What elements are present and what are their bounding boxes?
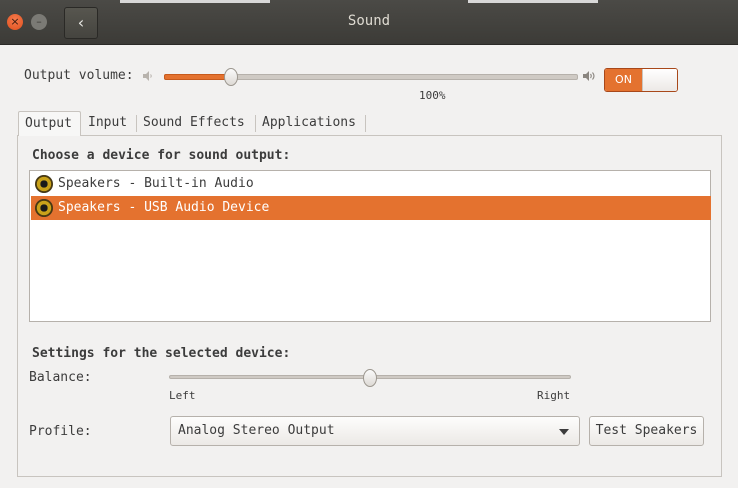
tab-input[interactable]: Input [82, 111, 133, 135]
balance-label: Balance: [29, 370, 92, 385]
profile-dropdown[interactable]: Analog Stereo Output [170, 416, 580, 446]
tab-applications[interactable]: Applications [256, 111, 362, 135]
device-item-built-in-audio[interactable]: Speakers - Built-in Audio [31, 172, 711, 196]
switch-on-label: ON [605, 69, 642, 91]
output-device-list[interactable]: Speakers - Built-in Audio Speakers - USB… [29, 170, 711, 322]
profile-selected-value: Analog Stereo Output [178, 423, 335, 438]
top-edge-clip [120, 0, 270, 3]
output-volume-label: Output volume: [24, 68, 134, 83]
device-label: Speakers - Built-in Audio [58, 176, 254, 191]
speaker-device-icon [35, 175, 53, 193]
tab-output[interactable]: Output [18, 111, 81, 136]
device-settings-heading: Settings for the selected device: [32, 346, 291, 361]
chevron-down-icon [559, 429, 569, 435]
output-device-heading: Choose a device for sound output: [32, 148, 291, 163]
title-bar: × – ‹ Sound [0, 0, 738, 45]
volume-slider-fill [164, 74, 232, 80]
balance-slider-handle[interactable] [363, 369, 377, 387]
speaker-quiet-icon [143, 71, 152, 81]
volume-slider-handle[interactable] [224, 68, 238, 86]
volume-percentage: 100% [419, 89, 446, 102]
tab-separator [365, 115, 366, 132]
top-edge-clip [468, 0, 598, 3]
output-mute-switch[interactable]: ON [604, 68, 678, 92]
balance-right-label: Right [537, 389, 571, 402]
device-item-usb-audio[interactable]: Speakers - USB Audio Device [31, 196, 711, 220]
tab-sound-effects[interactable]: Sound Effects [137, 111, 251, 135]
test-speakers-button[interactable]: Test Speakers [589, 416, 704, 446]
speaker-device-icon [35, 199, 53, 217]
profile-label: Profile: [29, 424, 92, 439]
balance-left-label: Left [169, 389, 196, 402]
switch-knob [642, 69, 677, 91]
speaker-loud-icon [583, 71, 595, 81]
window-title: Sound [347, 13, 391, 29]
device-label: Speakers - USB Audio Device [58, 200, 270, 215]
